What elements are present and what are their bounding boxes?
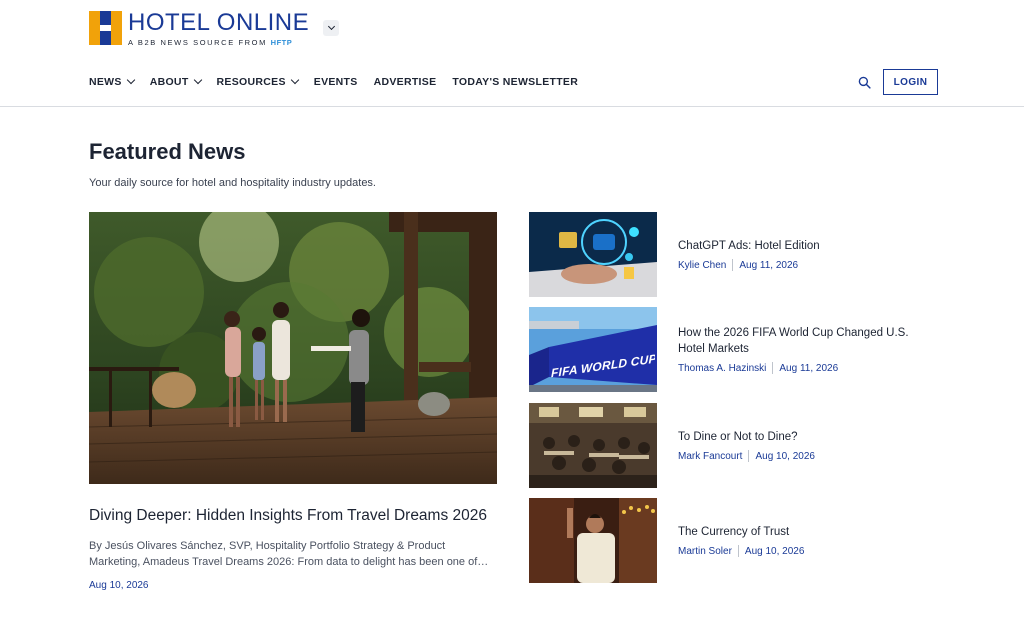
nav-events[interactable]: EVENTS xyxy=(314,76,358,88)
article-author[interactable]: Martin Soler xyxy=(678,546,732,557)
article-author[interactable]: Thomas A. Hazinski xyxy=(678,363,766,374)
article-date: Aug 10, 2026 xyxy=(744,545,805,557)
article-thumbnail[interactable] xyxy=(529,498,657,583)
login-button[interactable]: LOGIN xyxy=(883,69,938,95)
article-title[interactable]: How the 2026 FIFA World Cup Changed U.S.… xyxy=(678,325,928,357)
meta-divider xyxy=(748,450,750,462)
article-thumbnail[interactable] xyxy=(529,403,657,488)
meta-divider xyxy=(732,259,734,271)
chevron-down-icon xyxy=(193,75,202,85)
article-author[interactable]: Kylie Chen xyxy=(678,260,726,271)
article-date: Aug 10, 2026 xyxy=(755,450,815,462)
page-title: Featured News xyxy=(89,139,246,164)
chevron-down-icon xyxy=(126,75,135,85)
article-meta: Martin Soler Aug 10, 2026 xyxy=(678,545,928,557)
article-meta: Mark Fancourt Aug 10, 2026 xyxy=(678,450,928,462)
logo-title: HOTEL ONLINE xyxy=(128,9,310,36)
site-logo[interactable]: HOTEL ONLINE A B2B NEWS SOURCE FROM HFTP xyxy=(89,11,309,47)
article-date: Aug 11, 2026 xyxy=(739,259,799,271)
nav-todays-newsletter[interactable]: TODAY'S NEWSLETTER xyxy=(452,76,578,88)
hero-article-title[interactable]: Diving Deeper: Hidden Insights From Trav… xyxy=(89,507,487,525)
logo-mark-icon xyxy=(89,11,122,45)
article-author[interactable]: Mark Fancourt xyxy=(678,451,742,462)
article-title[interactable]: The Currency of Trust xyxy=(678,524,928,540)
article-meta: Thomas A. Hazinski Aug 11, 2026 xyxy=(678,362,928,374)
hftp-brand: HFTP xyxy=(270,38,293,47)
chevron-down-icon xyxy=(327,22,335,31)
article-title[interactable]: To Dine or Not to Dine? xyxy=(678,429,928,445)
logo-subtitle: A B2B NEWS SOURCE FROM HFTP xyxy=(128,38,293,47)
nav-news[interactable]: NEWS xyxy=(89,75,135,88)
article-thumbnail[interactable] xyxy=(529,212,657,297)
hero-article-image[interactable] xyxy=(89,212,497,484)
article-title[interactable]: ChatGPT Ads: Hotel Edition xyxy=(678,238,928,254)
nav-advertise[interactable]: ADVERTISE xyxy=(374,76,437,88)
hero-article-excerpt: By Jesús Olivares Sánchez, SVP, Hospital… xyxy=(89,540,489,568)
hero-article-date: Aug 10, 2026 xyxy=(89,580,149,591)
page-subtitle: Your daily source for hotel and hospital… xyxy=(89,177,376,189)
article-date: Aug 11, 2026 xyxy=(779,362,839,374)
meta-divider xyxy=(737,545,739,557)
article-meta: Kylie Chen Aug 11, 2026 xyxy=(678,259,928,271)
site-header: HOTEL ONLINE A B2B NEWS SOURCE FROM HFTP… xyxy=(0,0,1024,107)
main-nav: NEWS ABOUT RESOURCES EVENTS ADVERTISE TO… xyxy=(89,75,594,88)
search-icon[interactable] xyxy=(858,76,871,89)
brand-dropdown-button[interactable] xyxy=(323,20,339,36)
article-thumbnail[interactable]: FIFA WORLD CUP 2026 xyxy=(529,307,657,392)
meta-divider xyxy=(772,362,774,374)
chevron-down-icon xyxy=(290,75,300,85)
nav-resources[interactable]: RESOURCES xyxy=(217,75,300,88)
nav-about[interactable]: ABOUT xyxy=(150,75,202,88)
